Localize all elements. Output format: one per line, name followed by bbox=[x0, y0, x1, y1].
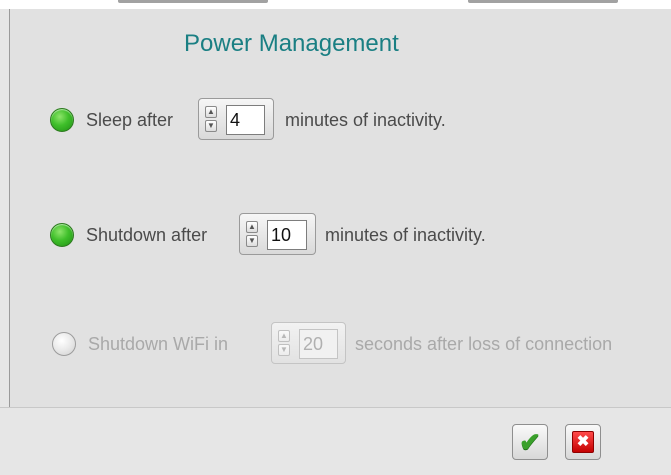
wifi-row: Shutdown WiFi in ▲ ▼ 20 seconds after lo… bbox=[52, 322, 667, 366]
shutdown-minutes-input[interactable]: 10 bbox=[267, 220, 307, 250]
sleep-minutes-stepper[interactable]: ▲ ▼ 4 bbox=[198, 98, 274, 140]
shutdown-minutes-stepper[interactable]: ▲ ▼ 10 bbox=[239, 213, 316, 255]
wifi-label-before: Shutdown WiFi in bbox=[88, 334, 229, 354]
shutdown-label-after: minutes of inactivity. bbox=[325, 225, 486, 245]
top-edge-strip bbox=[0, 0, 671, 9]
close-icon: ✖ bbox=[572, 431, 594, 453]
shutdown-row: Shutdown after ▲ ▼ 10 minutes of inactiv… bbox=[50, 213, 530, 257]
sleep-row: Sleep after ▲ ▼ 4 minutes of inactivity. bbox=[50, 98, 510, 142]
spin-up-icon[interactable]: ▲ bbox=[205, 106, 217, 118]
shutdown-radio[interactable] bbox=[50, 223, 74, 247]
wifi-seconds-input[interactable]: 20 bbox=[299, 329, 338, 359]
spin-down-icon[interactable]: ▼ bbox=[278, 344, 290, 356]
shutdown-label-before: Shutdown after bbox=[86, 225, 208, 245]
spin-up-icon[interactable]: ▲ bbox=[278, 330, 290, 342]
sleep-radio[interactable] bbox=[50, 108, 74, 132]
wifi-radio[interactable] bbox=[52, 332, 76, 356]
wifi-label-after: seconds after loss of connection bbox=[355, 334, 613, 354]
sleep-label-before: Sleep after bbox=[86, 110, 174, 130]
spin-down-icon[interactable]: ▼ bbox=[205, 120, 217, 132]
sleep-minutes-input[interactable]: 4 bbox=[226, 105, 265, 135]
sleep-label-after: minutes of inactivity. bbox=[285, 110, 446, 130]
spin-down-icon[interactable]: ▼ bbox=[246, 235, 258, 247]
dialog-title: Power Management bbox=[184, 30, 399, 57]
cancel-button[interactable]: ✖ bbox=[565, 424, 601, 460]
ok-button[interactable]: ✔ bbox=[512, 424, 548, 460]
spin-up-icon[interactable]: ▲ bbox=[246, 221, 258, 233]
wifi-seconds-stepper[interactable]: ▲ ▼ 20 bbox=[271, 322, 346, 364]
checkmark-icon: ✔ bbox=[519, 426, 541, 457]
